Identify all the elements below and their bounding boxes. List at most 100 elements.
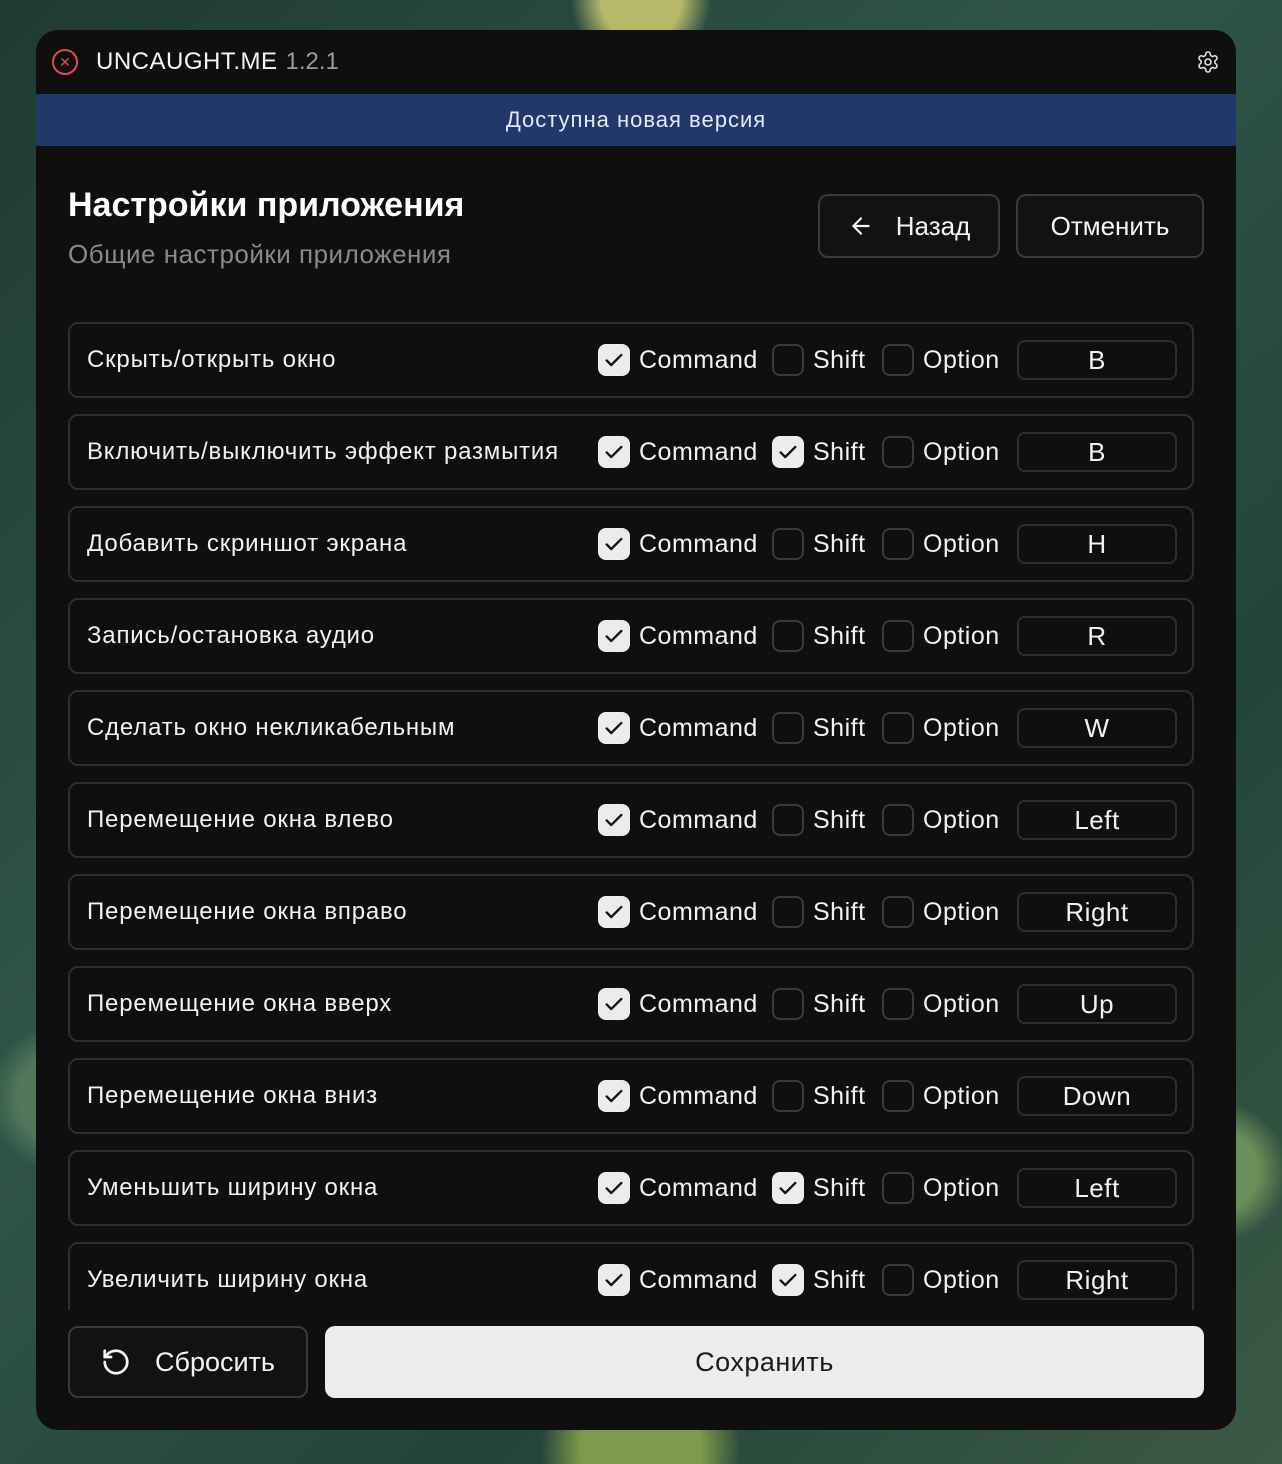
command-modifier[interactable]: Command xyxy=(598,986,758,1022)
option-checkbox[interactable] xyxy=(882,1264,914,1296)
shortcut-label: Перемещение окна вправо xyxy=(87,898,408,925)
shortcut-label: Запись/остановка аудио xyxy=(87,622,375,649)
option-checkbox[interactable] xyxy=(882,528,914,560)
shift-checkbox[interactable] xyxy=(772,528,804,560)
command-checkbox[interactable] xyxy=(598,620,630,652)
command-modifier[interactable]: Command xyxy=(598,802,758,838)
shift-checkbox[interactable] xyxy=(772,620,804,652)
option-modifier[interactable]: Option xyxy=(882,434,1000,470)
shift-checkbox[interactable] xyxy=(772,1080,804,1112)
shift-modifier[interactable]: Shift xyxy=(772,802,866,838)
shift-modifier[interactable]: Shift xyxy=(772,342,866,378)
command-modifier[interactable]: Command xyxy=(598,1170,758,1206)
key-input[interactable]: Right xyxy=(1017,892,1177,932)
option-checkbox[interactable] xyxy=(882,804,914,836)
command-checkbox[interactable] xyxy=(598,344,630,376)
shift-checkbox[interactable] xyxy=(772,896,804,928)
gear-icon[interactable] xyxy=(1196,50,1220,74)
command-checkbox[interactable] xyxy=(598,896,630,928)
option-modifier[interactable]: Option xyxy=(882,894,1000,930)
key-input[interactable]: Left xyxy=(1017,1168,1177,1208)
shift-modifier[interactable]: Shift xyxy=(772,618,866,654)
checkmark-icon xyxy=(605,997,623,1011)
command-checkbox[interactable] xyxy=(598,988,630,1020)
option-checkbox[interactable] xyxy=(882,436,914,468)
command-checkbox[interactable] xyxy=(598,1080,630,1112)
shift-label: Shift xyxy=(813,1081,866,1110)
shift-modifier[interactable]: Shift xyxy=(772,434,866,470)
option-checkbox[interactable] xyxy=(882,896,914,928)
shift-modifier[interactable]: Shift xyxy=(772,526,866,562)
option-modifier[interactable]: Option xyxy=(882,618,1000,654)
command-modifier[interactable]: Command xyxy=(598,618,758,654)
option-modifier[interactable]: Option xyxy=(882,1262,1000,1298)
shortcut-label: Включить/выключить эффект размытия xyxy=(87,438,559,465)
cancel-button[interactable]: Отменить xyxy=(1016,194,1204,258)
command-modifier[interactable]: Command xyxy=(598,710,758,746)
option-modifier[interactable]: Option xyxy=(882,710,1000,746)
command-modifier[interactable]: Command xyxy=(598,526,758,562)
shift-modifier[interactable]: Shift xyxy=(772,710,866,746)
option-modifier[interactable]: Option xyxy=(882,1078,1000,1114)
key-input[interactable]: W xyxy=(1017,708,1177,748)
key-input[interactable]: Right xyxy=(1017,1260,1177,1300)
command-modifier[interactable]: Command xyxy=(598,1262,758,1298)
command-checkbox[interactable] xyxy=(598,436,630,468)
shift-label: Shift xyxy=(813,345,866,374)
key-input[interactable]: H xyxy=(1017,524,1177,564)
key-input[interactable]: Down xyxy=(1017,1076,1177,1116)
shortcut-list[interactable]: Скрыть/открыть окно Command Shift Option B Вк… xyxy=(68,322,1204,1310)
shift-checkbox[interactable] xyxy=(772,1172,804,1204)
close-icon[interactable]: ✕ xyxy=(52,49,78,75)
save-button[interactable]: Сохранить xyxy=(325,1326,1204,1398)
shift-modifier[interactable]: Shift xyxy=(772,1262,866,1298)
shortcut-row: Уменьшить ширину окна Command Shift Option L… xyxy=(68,1150,1194,1226)
command-modifier[interactable]: Command xyxy=(598,894,758,930)
shift-checkbox[interactable] xyxy=(772,344,804,376)
shift-label: Shift xyxy=(813,437,866,466)
command-checkbox[interactable] xyxy=(598,804,630,836)
key-input[interactable]: Left xyxy=(1017,800,1177,840)
option-checkbox[interactable] xyxy=(882,620,914,652)
option-modifier[interactable]: Option xyxy=(882,1170,1000,1206)
command-checkbox[interactable] xyxy=(598,1172,630,1204)
key-input[interactable]: R xyxy=(1017,616,1177,656)
shift-modifier[interactable]: Shift xyxy=(772,894,866,930)
shortcut-row: Перемещение окна вправо Command Shift Optio… xyxy=(68,874,1194,950)
back-button[interactable]: Назад xyxy=(818,194,1000,258)
shift-checkbox[interactable] xyxy=(772,436,804,468)
checkmark-icon xyxy=(779,1273,797,1287)
shift-checkbox[interactable] xyxy=(772,1264,804,1296)
shortcut-row: Перемещение окна влево Command Shift Option… xyxy=(68,782,1194,858)
option-checkbox[interactable] xyxy=(882,1080,914,1112)
command-checkbox[interactable] xyxy=(598,712,630,744)
command-modifier[interactable]: Command xyxy=(598,342,758,378)
key-input[interactable]: Up xyxy=(1017,984,1177,1024)
shift-checkbox[interactable] xyxy=(772,712,804,744)
command-label: Command xyxy=(639,1173,758,1202)
shift-checkbox[interactable] xyxy=(772,988,804,1020)
command-modifier[interactable]: Command xyxy=(598,434,758,470)
key-input[interactable]: B xyxy=(1017,432,1177,472)
option-checkbox[interactable] xyxy=(882,344,914,376)
shift-checkbox[interactable] xyxy=(772,804,804,836)
shift-modifier[interactable]: Shift xyxy=(772,1170,866,1206)
command-checkbox[interactable] xyxy=(598,1264,630,1296)
option-label: Option xyxy=(923,1081,1000,1110)
option-modifier[interactable]: Option xyxy=(882,986,1000,1022)
checkmark-icon xyxy=(605,537,623,551)
checkmark-icon xyxy=(605,721,623,735)
update-banner[interactable]: Доступна новая версия xyxy=(36,94,1236,146)
option-checkbox[interactable] xyxy=(882,988,914,1020)
option-modifier[interactable]: Option xyxy=(882,342,1000,378)
option-checkbox[interactable] xyxy=(882,1172,914,1204)
shift-modifier[interactable]: Shift xyxy=(772,1078,866,1114)
reset-button[interactable]: Сбросить xyxy=(68,1326,308,1398)
option-modifier[interactable]: Option xyxy=(882,526,1000,562)
command-modifier[interactable]: Command xyxy=(598,1078,758,1114)
key-input[interactable]: B xyxy=(1017,340,1177,380)
option-checkbox[interactable] xyxy=(882,712,914,744)
shift-modifier[interactable]: Shift xyxy=(772,986,866,1022)
option-modifier[interactable]: Option xyxy=(882,802,1000,838)
command-checkbox[interactable] xyxy=(598,528,630,560)
